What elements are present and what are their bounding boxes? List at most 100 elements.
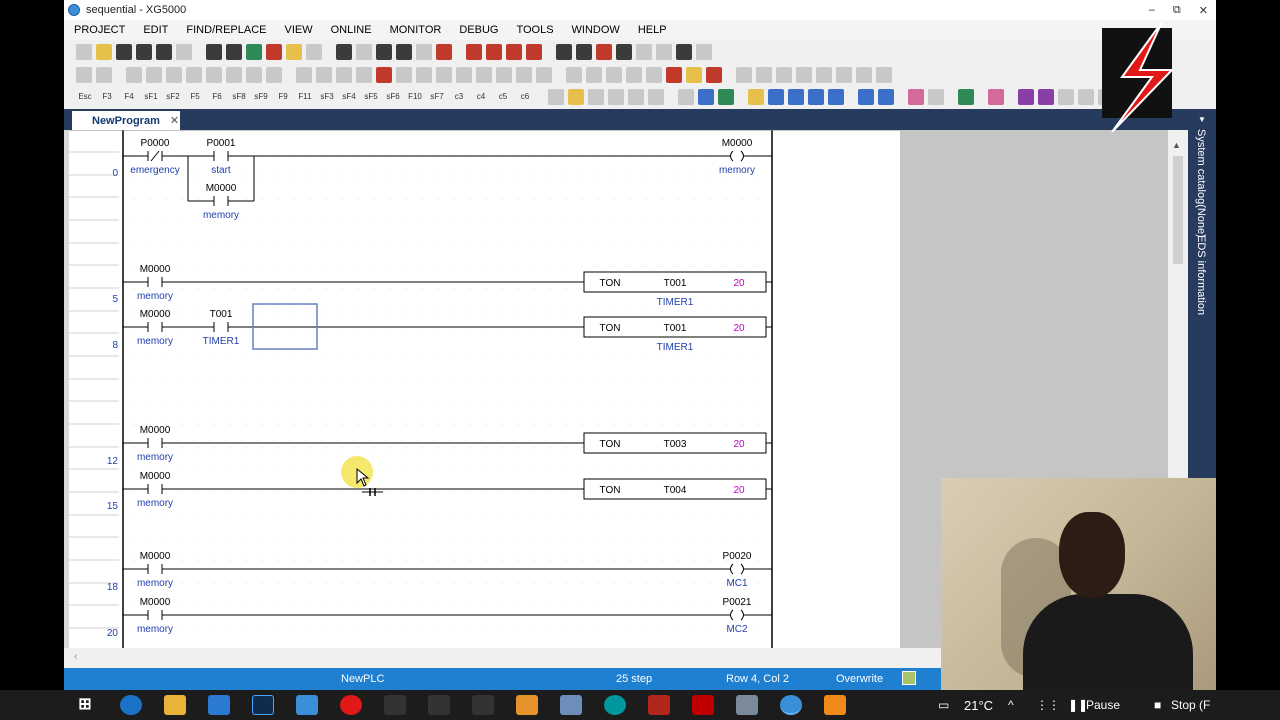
write-modified-icon[interactable]: [436, 67, 452, 83]
fkey-c4[interactable]: c4: [472, 93, 490, 101]
message-window-icon[interactable]: [988, 89, 1004, 105]
view-1-icon[interactable]: [548, 89, 564, 105]
fkey-f5[interactable]: F5: [186, 93, 204, 101]
menu-find-replace[interactable]: FIND/REPLACE: [186, 24, 266, 36]
tray-chevron-icon[interactable]: ^: [1008, 698, 1014, 712]
replace-icon[interactable]: [596, 44, 612, 60]
compare-icon[interactable]: [666, 67, 682, 83]
zoom-in-icon[interactable]: [858, 89, 874, 105]
delete-line-icon[interactable]: [526, 44, 542, 60]
panel-1-icon[interactable]: [748, 89, 764, 105]
fkey-c3[interactable]: c3: [450, 93, 468, 101]
end-online-edit-icon[interactable]: [456, 67, 472, 83]
mail-icon[interactable]: [208, 695, 230, 715]
sublime-icon[interactable]: [516, 695, 538, 715]
zoom-out-icon[interactable]: [878, 89, 894, 105]
fkey-sf3[interactable]: sF3: [318, 93, 336, 101]
cut-icon[interactable]: [376, 44, 392, 60]
menu-help[interactable]: HELP: [638, 24, 667, 36]
fkey-sf9[interactable]: sF9: [252, 93, 270, 101]
fincrp-icon[interactable]: [428, 695, 450, 715]
cross-reference-icon[interactable]: [908, 89, 924, 105]
fkey-esc[interactable]: Esc: [76, 93, 94, 101]
photoshop-icon[interactable]: [252, 695, 274, 715]
menu-edit[interactable]: EDIT: [143, 24, 168, 36]
window-3-icon[interactable]: [718, 89, 734, 105]
find-next-icon[interactable]: [576, 44, 592, 60]
view-3-icon[interactable]: [588, 89, 604, 105]
result-window-icon[interactable]: [1018, 89, 1034, 105]
fkey-c5[interactable]: c5: [494, 93, 512, 101]
panel-2-icon[interactable]: [768, 89, 784, 105]
fkey-sf4[interactable]: sF4: [340, 93, 358, 101]
bracket-4-icon[interactable]: [626, 67, 642, 83]
collapse-icon[interactable]: ▼: [1198, 115, 1206, 124]
grid-7-icon[interactable]: [876, 67, 892, 83]
fkey-c6[interactable]: c6: [516, 93, 534, 101]
grid-4-icon[interactable]: [816, 67, 832, 83]
redo-icon[interactable]: [356, 44, 372, 60]
photos-icon[interactable]: [296, 695, 318, 715]
force-io-icon[interactable]: [376, 67, 392, 83]
fkey-sf6[interactable]: sF6: [384, 93, 402, 101]
opera-icon[interactable]: [340, 695, 362, 715]
xg5000-taskbar-icon[interactable]: [780, 695, 802, 715]
check-program-icon[interactable]: [226, 44, 242, 60]
close-button[interactable]: ✕: [1199, 4, 1208, 17]
step-in-icon[interactable]: [496, 67, 512, 83]
tia-portal-icon[interactable]: [384, 695, 406, 715]
tab-newprogram[interactable]: NewProgram ✕: [72, 111, 180, 130]
bracket-2-icon[interactable]: [586, 67, 602, 83]
trend-icon[interactable]: [316, 67, 332, 83]
clear-breakpoint-icon[interactable]: [536, 67, 552, 83]
fkey-sf5[interactable]: sF5: [362, 93, 380, 101]
fkey-f9[interactable]: F9: [274, 93, 292, 101]
forward-arrow-icon[interactable]: [696, 44, 712, 60]
monitor-stop-icon[interactable]: [266, 67, 282, 83]
copy-icon[interactable]: [396, 44, 412, 60]
fkey-sf2[interactable]: sF2: [164, 93, 182, 101]
layout-1-icon[interactable]: [1058, 89, 1074, 105]
fkey-f4[interactable]: F4: [120, 93, 138, 101]
paste-icon[interactable]: [416, 44, 432, 60]
insert-line-icon[interactable]: [506, 44, 522, 60]
minimize-button[interactable]: –: [1149, 4, 1155, 16]
view-4-icon[interactable]: [608, 89, 624, 105]
zoom-fit-icon[interactable]: [736, 67, 752, 83]
read-icon[interactable]: [206, 67, 222, 83]
find-icon[interactable]: [556, 44, 572, 60]
fkey-sf8[interactable]: sF8: [230, 93, 248, 101]
delete-icon[interactable]: [436, 44, 452, 60]
print-icon[interactable]: [156, 44, 172, 60]
bracket-5-icon[interactable]: [646, 67, 662, 83]
fkey-sf1[interactable]: sF1: [142, 93, 160, 101]
menu-debug[interactable]: DEBUG: [459, 24, 498, 36]
used-device-icon[interactable]: [928, 89, 944, 105]
panel-3-icon[interactable]: [788, 89, 804, 105]
edge-browser-icon[interactable]: [120, 695, 142, 715]
goto-icon[interactable]: [616, 44, 632, 60]
fkey-f10[interactable]: F10: [406, 93, 424, 101]
run-mode-icon[interactable]: [126, 67, 142, 83]
plcsim-icon[interactable]: [472, 695, 494, 715]
goto-step-icon[interactable]: [656, 44, 672, 60]
label-icon[interactable]: [306, 44, 322, 60]
settings-icon[interactable]: [96, 67, 112, 83]
window-1-icon[interactable]: [678, 89, 694, 105]
window-2-icon[interactable]: [698, 89, 714, 105]
delete-rung-icon[interactable]: [486, 44, 502, 60]
connect-plc-icon[interactable]: [76, 67, 92, 83]
bracket-1-icon[interactable]: [566, 67, 582, 83]
variable-monitor-icon[interactable]: [296, 67, 312, 83]
debug-mode-icon[interactable]: [186, 67, 202, 83]
step-over-icon[interactable]: [476, 67, 492, 83]
grid-5-icon[interactable]: [836, 67, 852, 83]
flag-icon[interactable]: [706, 67, 722, 83]
save-icon[interactable]: [136, 44, 152, 60]
online-edit-icon[interactable]: [416, 67, 432, 83]
undo-icon[interactable]: [336, 44, 352, 60]
open-project-icon[interactable]: [116, 44, 132, 60]
menu-project[interactable]: PROJECT: [74, 24, 125, 36]
online-icon[interactable]: [246, 44, 262, 60]
autocad-icon[interactable]: [692, 695, 714, 715]
